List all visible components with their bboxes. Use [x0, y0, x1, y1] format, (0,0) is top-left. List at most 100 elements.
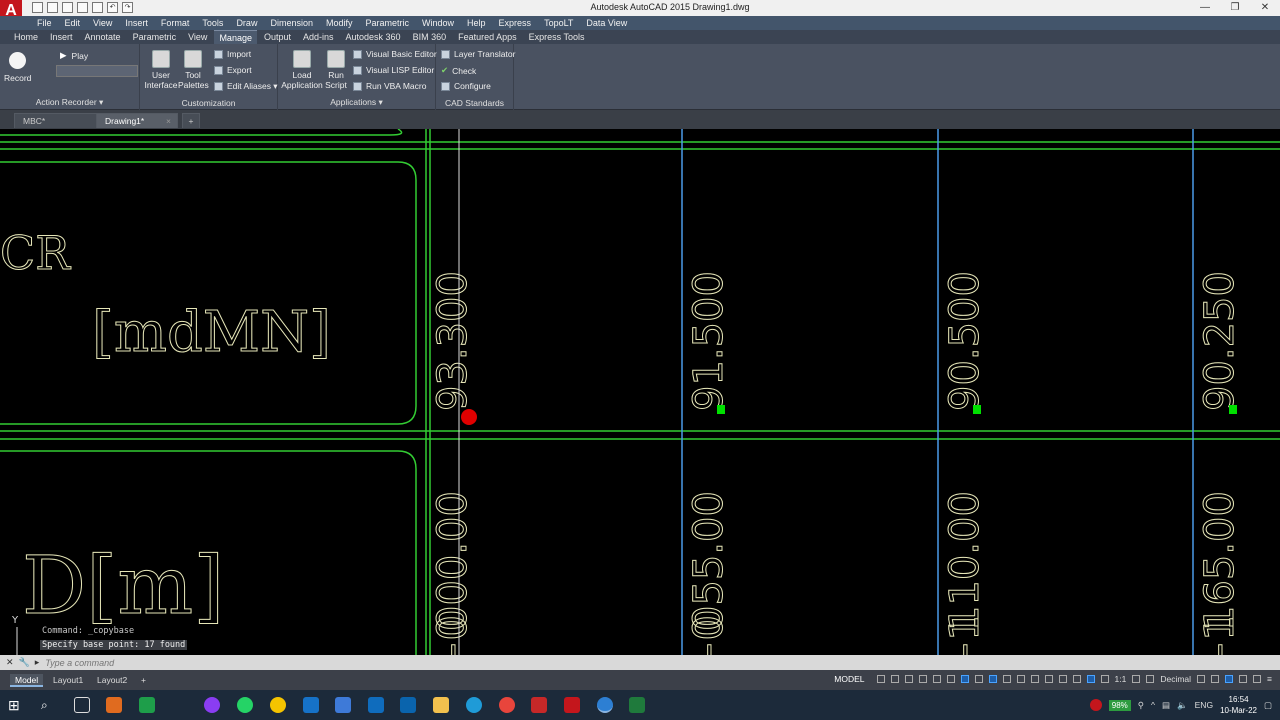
tab-parametric[interactable]: Parametric	[128, 30, 182, 44]
edit-aliases-button[interactable]: Edit Aliases ▾	[214, 81, 278, 92]
chrome-icon[interactable]	[499, 697, 515, 713]
close-tab-icon[interactable]: ×	[166, 114, 171, 129]
applications-title[interactable]: Applications ▾	[278, 97, 435, 108]
menu-format[interactable]: Format	[161, 16, 190, 30]
messenger-icon[interactable]	[204, 697, 220, 713]
menu-help[interactable]: Help	[467, 16, 486, 30]
network-icon[interactable]: ▤	[1162, 700, 1170, 711]
tool-palettes-button[interactable]: Tool Palettes	[178, 50, 209, 90]
infer-constraints-icon[interactable]	[904, 675, 913, 683]
run-script-button[interactable]: Run Script	[324, 50, 348, 90]
app-icon-orange[interactable]	[106, 697, 122, 713]
tab-manage[interactable]: Manage	[214, 30, 257, 44]
doc-tab-drawing1[interactable]: Drawing1* ×	[96, 113, 178, 128]
app-icon-blue[interactable]	[303, 697, 319, 713]
record-button[interactable]: Record	[4, 52, 31, 83]
visual-lisp-editor-button[interactable]: Visual LISP Editor	[353, 65, 434, 75]
annotation-visibility-icon[interactable]	[1086, 675, 1095, 683]
windows-start-icon[interactable]: ⊞	[8, 697, 24, 713]
menu-file[interactable]: File	[37, 16, 52, 30]
tab-home[interactable]: Home	[9, 30, 43, 44]
language-indicator[interactable]: ENG	[1195, 700, 1213, 710]
excel-icon[interactable]	[629, 697, 645, 713]
drawing-area[interactable]: CR [mdMN] D[m] 93.300 91.500 90.500 90.250 …	[0, 129, 1280, 655]
osnap-icon[interactable]	[946, 675, 955, 683]
customize-command-icon[interactable]: 🔧	[19, 657, 30, 668]
menu-express[interactable]: Express	[499, 16, 532, 30]
units-selector[interactable]: Decimal	[1160, 674, 1191, 684]
mail-icon[interactable]	[368, 697, 384, 713]
gizmo-icon[interactable]	[1072, 675, 1081, 683]
export-button[interactable]: Export	[214, 65, 252, 75]
doc-tab-mbc[interactable]: MBC*	[14, 113, 98, 128]
menu-data-view[interactable]: Data View	[586, 16, 627, 30]
import-button[interactable]: Import	[214, 49, 251, 59]
macro-dropdown[interactable]	[56, 65, 138, 77]
play-button[interactable]: ▶ Play	[60, 50, 88, 61]
snap-icon[interactable]	[890, 675, 899, 683]
file-explorer-icon[interactable]	[433, 697, 449, 713]
tab-output[interactable]: Output	[259, 30, 296, 44]
menu-edit[interactable]: Edit	[65, 16, 81, 30]
menu-modify[interactable]: Modify	[326, 16, 353, 30]
menu-view[interactable]: View	[93, 16, 112, 30]
location-icon[interactable]: ⚲	[1138, 700, 1144, 711]
tab-autodesk-360[interactable]: Autodesk 360	[341, 30, 406, 44]
grip-marker[interactable]	[973, 405, 981, 414]
tab-express-tools[interactable]: Express Tools	[524, 30, 590, 44]
quick-properties-icon[interactable]	[1197, 675, 1206, 683]
user-interface-button[interactable]: User Interface	[144, 50, 178, 90]
menu-window[interactable]: Window	[422, 16, 454, 30]
hardware-acceleration-icon[interactable]	[1239, 675, 1248, 683]
task-view-icon[interactable]	[74, 697, 90, 713]
ortho-icon[interactable]	[918, 675, 927, 683]
clock[interactable]: 16:54 10-Mar-22	[1220, 694, 1257, 716]
notifications-icon[interactable]: ▢	[1264, 700, 1272, 711]
menu-tools[interactable]: Tools	[202, 16, 223, 30]
restore-button[interactable]: ❐	[1220, 0, 1250, 16]
grip-marker[interactable]	[717, 405, 725, 414]
otrack-icon[interactable]	[974, 675, 983, 683]
battery-indicator[interactable]: 98%	[1108, 699, 1131, 711]
polar-icon[interactable]	[932, 675, 941, 683]
check-button[interactable]: ✔ Check	[441, 65, 476, 76]
layout-tab-layout2[interactable]: Layout2	[92, 674, 132, 687]
grip-marker[interactable]	[1229, 405, 1237, 414]
selection-filter-icon[interactable]	[1058, 675, 1067, 683]
customization-menu-icon[interactable]: ≡	[1267, 674, 1272, 684]
annotation-monitor-icon[interactable]	[1146, 675, 1155, 683]
auto-scale-icon[interactable]	[1100, 675, 1109, 683]
edge-icon[interactable]	[466, 697, 482, 713]
annotation-scale[interactable]: 1:1	[1115, 674, 1127, 684]
minimize-button[interactable]: —	[1190, 0, 1220, 16]
lock-ui-icon[interactable]	[1211, 675, 1220, 683]
autocad-taskbar-icon[interactable]	[564, 697, 580, 713]
outlook-icon[interactable]	[400, 697, 416, 713]
dynamic-ucs-icon[interactable]	[1044, 675, 1053, 683]
layer-translator-button[interactable]: Layer Translator	[441, 49, 515, 59]
configure-button[interactable]: Configure	[441, 81, 491, 91]
menu-draw[interactable]: Draw	[236, 16, 257, 30]
lineweight-icon[interactable]	[988, 675, 997, 683]
3d-osnap-icon[interactable]	[1030, 675, 1039, 683]
add-layout-button[interactable]: +	[136, 674, 151, 687]
isolate-objects-icon[interactable]	[1225, 675, 1234, 683]
isodraft-icon[interactable]	[960, 675, 969, 683]
menu-topolt[interactable]: TopoLT	[544, 16, 573, 30]
run-vba-macro-button[interactable]: Run VBA Macro	[353, 81, 426, 91]
app-icon-green[interactable]	[139, 697, 155, 713]
tab-annotate[interactable]: Annotate	[80, 30, 126, 44]
menu-insert[interactable]: Insert	[125, 16, 148, 30]
close-command-icon[interactable]: ✕	[6, 657, 14, 668]
app-icon-blue-2[interactable]	[335, 697, 351, 713]
clean-screen-icon[interactable]	[1253, 675, 1262, 683]
search-icon[interactable]: ⌕	[41, 697, 57, 713]
menu-dimension[interactable]: Dimension	[270, 16, 313, 30]
selection-cycling-icon[interactable]	[1016, 675, 1025, 683]
app-icon-red[interactable]	[531, 697, 547, 713]
load-application-button[interactable]: Load Application	[280, 50, 324, 90]
layout-tab-model[interactable]: Model	[10, 674, 44, 687]
show-hidden-icons[interactable]: ^	[1151, 700, 1155, 710]
command-input[interactable]	[45, 657, 446, 668]
tab-insert[interactable]: Insert	[45, 30, 78, 44]
